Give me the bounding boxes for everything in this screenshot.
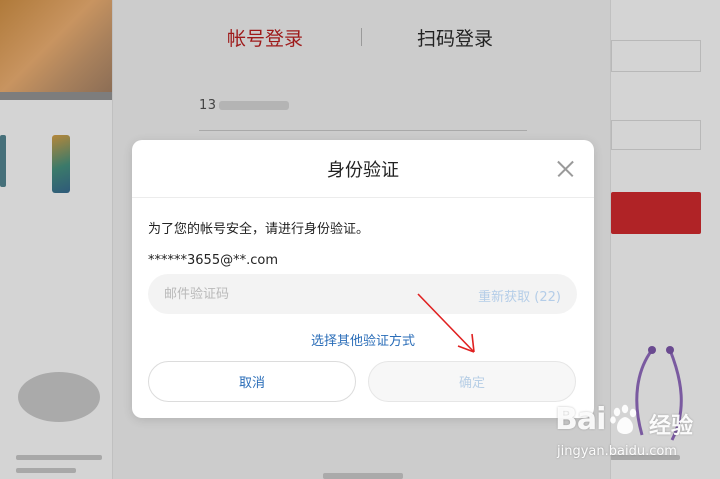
- close-icon[interactable]: [550, 154, 580, 184]
- paw-icon: [610, 404, 637, 434]
- background-text: [323, 473, 403, 479]
- other-verification-method-link[interactable]: 选择其他验证方式: [132, 330, 594, 349]
- tab-account-login[interactable]: 帐号登录: [227, 24, 303, 51]
- background-product-image: [18, 372, 100, 422]
- confirm-button[interactable]: 确定: [368, 361, 576, 402]
- watermark-url: jingyan.baidu.com: [557, 444, 677, 459]
- baidu-jingyan-watermark: Bai 经验 jingyan.baidu.com: [555, 398, 720, 478]
- email-code-input[interactable]: [164, 274, 444, 314]
- phone-value: 13: [199, 98, 217, 113]
- annotation-arrow-icon: [417, 293, 475, 353]
- email-code-field: 重新获取 (22): [148, 274, 577, 314]
- watermark-name: 经验: [649, 414, 694, 439]
- watermark-logo-text: Bai: [555, 402, 606, 437]
- phone-field[interactable]: 13: [199, 98, 289, 113]
- background-field: [611, 40, 701, 72]
- masked-email: ******3655@**.com: [148, 253, 278, 268]
- background-field: [611, 120, 701, 150]
- tab-divider: [361, 28, 362, 46]
- dialog-divider: [132, 197, 594, 198]
- tab-qr-login[interactable]: 扫码登录: [417, 24, 493, 51]
- background-banner-strip: [0, 92, 112, 100]
- background-banner-image: [0, 0, 112, 96]
- phone-value-blurred: [218, 101, 289, 110]
- dialog-title: 身份验证: [327, 160, 399, 181]
- cancel-button[interactable]: 取消: [148, 361, 356, 402]
- background-text: [16, 455, 102, 460]
- background-text: [16, 468, 76, 473]
- phone-field-underline: [199, 130, 527, 131]
- background-product-image: [52, 135, 70, 193]
- background-red-button: [611, 192, 701, 234]
- resend-code-link[interactable]: 重新获取 (22): [478, 286, 561, 305]
- background-product-image: [0, 135, 6, 187]
- security-notice: 为了您的帐号安全，请进行身份验证。: [148, 222, 370, 237]
- identity-verification-dialog: 身份验证 为了您的帐号安全，请进行身份验证。 ******3655@**.com…: [132, 140, 594, 418]
